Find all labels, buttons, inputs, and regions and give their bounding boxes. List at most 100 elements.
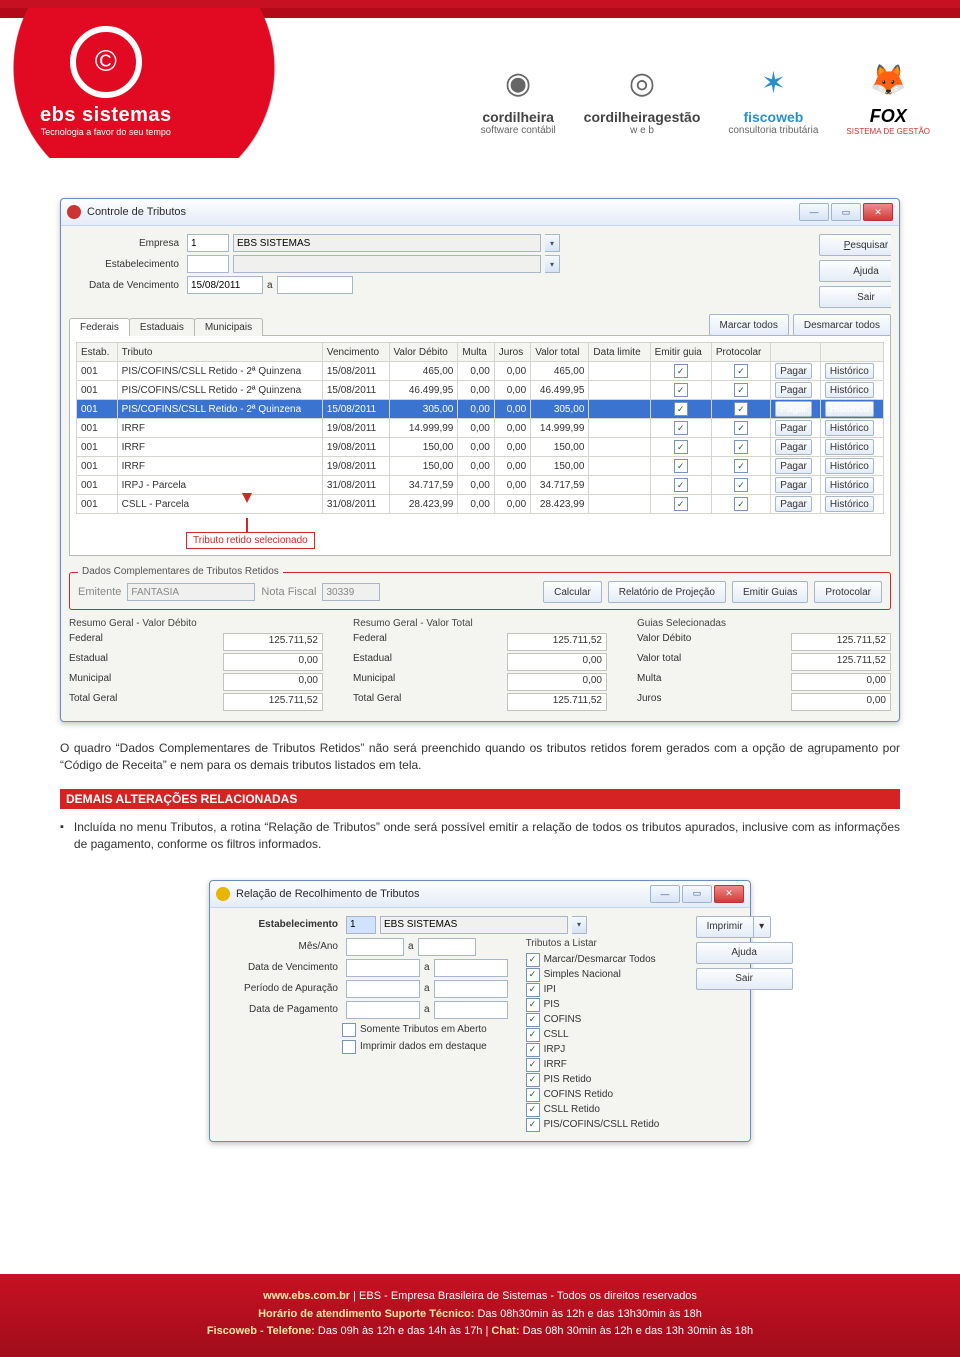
protocolar-checkbox[interactable]: ✓: [734, 364, 748, 378]
checkbox-icon[interactable]: ✓: [526, 1103, 540, 1117]
w2-mes-de[interactable]: [346, 938, 404, 956]
protocolar-checkbox[interactable]: ✓: [734, 497, 748, 511]
empresa-code-input[interactable]: [187, 234, 229, 252]
imprimir-button[interactable]: Imprimir: [696, 916, 754, 938]
historico-button[interactable]: Histórico: [825, 363, 874, 379]
cb-dados-destaque[interactable]: [342, 1040, 356, 1054]
w2-sair-button[interactable]: Sair: [696, 968, 793, 990]
w2-dv-ate[interactable]: [434, 959, 508, 977]
checkbox-icon[interactable]: ✓: [526, 1118, 540, 1132]
imprimir-dropdown[interactable]: ▾: [754, 916, 771, 938]
pagar-button[interactable]: Pagar: [775, 458, 812, 474]
pagar-button[interactable]: Pagar: [775, 382, 812, 398]
tributos-grid[interactable]: Estab.TributoVencimentoValor DébitoMulta…: [76, 342, 884, 514]
pagar-button[interactable]: Pagar: [775, 477, 812, 493]
protocolar-checkbox[interactable]: ✓: [734, 402, 748, 416]
tributo-checkbox-row[interactable]: ✓IRRF: [526, 1058, 686, 1072]
maximize-button-2[interactable]: ▭: [682, 885, 712, 903]
checkbox-icon[interactable]: ✓: [526, 1013, 540, 1027]
emitir-guia-checkbox[interactable]: ✓: [674, 459, 688, 473]
protocolar-checkbox[interactable]: ✓: [734, 421, 748, 435]
w2-estab-dropdown[interactable]: ▾: [572, 916, 587, 934]
pesquisar-button[interactable]: Pesquisar: [819, 234, 891, 256]
table-row[interactable]: 001IRPJ - Parcela31/08/201134.717,590,00…: [77, 476, 884, 495]
protocolar-checkbox[interactable]: ✓: [734, 459, 748, 473]
table-row[interactable]: 001PIS/COFINS/CSLL Retido - 2ª Quinzena1…: [77, 362, 884, 381]
pagar-button[interactable]: Pagar: [775, 401, 812, 417]
protocolar-button[interactable]: Protocolar: [814, 581, 882, 603]
close-button[interactable]: ✕: [863, 203, 893, 221]
data-venc-de-input[interactable]: [187, 276, 263, 294]
historico-button[interactable]: Histórico: [825, 382, 874, 398]
tributo-checkbox-row[interactable]: ✓PIS: [526, 998, 686, 1012]
historico-button[interactable]: Histórico: [825, 420, 874, 436]
w2-pa-de[interactable]: [346, 980, 420, 998]
tributo-checkbox-row[interactable]: ✓PIS Retido: [526, 1073, 686, 1087]
pagar-button[interactable]: Pagar: [775, 439, 812, 455]
estab-dropdown[interactable]: ▾: [545, 255, 560, 273]
tab-federais[interactable]: Federais: [69, 318, 130, 336]
table-row[interactable]: 001IRRF19/08/2011150,000,000,00150,00✓✓P…: [77, 438, 884, 457]
tributo-checkbox-row[interactable]: ✓COFINS Retido: [526, 1088, 686, 1102]
close-button-2[interactable]: ✕: [714, 885, 744, 903]
table-row[interactable]: 001IRRF19/08/201114.999,990,000,0014.999…: [77, 419, 884, 438]
minimize-button-2[interactable]: —: [650, 885, 680, 903]
historico-button[interactable]: Histórico: [825, 496, 874, 512]
tributo-checkbox-row[interactable]: ✓PIS/COFINS/CSLL Retido: [526, 1118, 686, 1132]
estab-code-input[interactable]: [187, 255, 229, 273]
emitir-guias-button[interactable]: Emitir Guias: [732, 581, 808, 603]
emitir-guia-checkbox[interactable]: ✓: [674, 497, 688, 511]
sair-button[interactable]: Sair: [819, 286, 891, 308]
data-venc-ate-input[interactable]: [277, 276, 353, 294]
tab-estaduais[interactable]: Estaduais: [129, 318, 195, 336]
minimize-button[interactable]: —: [799, 203, 829, 221]
relatorio-projecao-button[interactable]: Relatório de Projeção: [608, 581, 726, 603]
checkbox-icon[interactable]: ✓: [526, 983, 540, 997]
w2-dv-de[interactable]: [346, 959, 420, 977]
empresa-dropdown[interactable]: ▾: [545, 234, 560, 252]
cb-somente-aberto[interactable]: [342, 1023, 356, 1037]
protocolar-checkbox[interactable]: ✓: [734, 440, 748, 454]
emitir-guia-checkbox[interactable]: ✓: [674, 383, 688, 397]
tributo-checkbox-row[interactable]: ✓IPI: [526, 983, 686, 997]
emitir-guia-checkbox[interactable]: ✓: [674, 364, 688, 378]
emitir-guia-checkbox[interactable]: ✓: [674, 440, 688, 454]
tributo-checkbox-row[interactable]: ✓Simples Nacional: [526, 968, 686, 982]
ajuda-button[interactable]: Ajuda: [819, 260, 891, 282]
emitir-guia-checkbox[interactable]: ✓: [674, 421, 688, 435]
pagar-button[interactable]: Pagar: [775, 420, 812, 436]
w2-estab-code[interactable]: [346, 916, 376, 934]
checkbox-icon[interactable]: ✓: [526, 1088, 540, 1102]
checkbox-icon[interactable]: ✓: [526, 1043, 540, 1057]
protocolar-checkbox[interactable]: ✓: [734, 383, 748, 397]
table-row[interactable]: 001PIS/COFINS/CSLL Retido - 2ª Quinzena1…: [77, 381, 884, 400]
checkbox-icon[interactable]: ✓: [526, 968, 540, 982]
protocolar-checkbox[interactable]: ✓: [734, 478, 748, 492]
desmarcar-todos-button[interactable]: Desmarcar todos: [793, 314, 891, 336]
tab-municipais[interactable]: Municipais: [194, 318, 263, 336]
calcular-button[interactable]: Calcular: [543, 581, 602, 603]
marcar-todos-button[interactable]: Marcar todos: [709, 314, 789, 336]
checkbox-icon[interactable]: ✓: [526, 998, 540, 1012]
checkbox-icon[interactable]: ✓: [526, 1058, 540, 1072]
w2-ajuda-button[interactable]: Ajuda: [696, 942, 793, 964]
checkbox-icon[interactable]: ✓: [526, 1073, 540, 1087]
titlebar-2[interactable]: Relação de Recolhimento de Tributos — ▭ …: [210, 881, 750, 908]
tributo-checkbox-row[interactable]: ✓IRPJ: [526, 1043, 686, 1057]
maximize-button[interactable]: ▭: [831, 203, 861, 221]
w2-mes-ate[interactable]: [418, 938, 476, 956]
checkbox-icon[interactable]: ✓: [526, 1028, 540, 1042]
w2-dp-ate[interactable]: [434, 1001, 508, 1019]
table-row[interactable]: 001PIS/COFINS/CSLL Retido - 2ª Quinzena1…: [77, 400, 884, 419]
table-row[interactable]: 001IRRF19/08/2011150,000,000,00150,00✓✓P…: [77, 457, 884, 476]
emitir-guia-checkbox[interactable]: ✓: [674, 402, 688, 416]
checkbox-icon[interactable]: ✓: [526, 953, 540, 967]
historico-button[interactable]: Histórico: [825, 439, 874, 455]
w2-pa-ate[interactable]: [434, 980, 508, 998]
tributo-checkbox-row[interactable]: ✓CSLL: [526, 1028, 686, 1042]
historico-button[interactable]: Histórico: [825, 458, 874, 474]
titlebar[interactable]: Controle de Tributos — ▭ ✕: [61, 199, 899, 226]
pagar-button[interactable]: Pagar: [775, 363, 812, 379]
pagar-button[interactable]: Pagar: [775, 496, 812, 512]
emitir-guia-checkbox[interactable]: ✓: [674, 478, 688, 492]
